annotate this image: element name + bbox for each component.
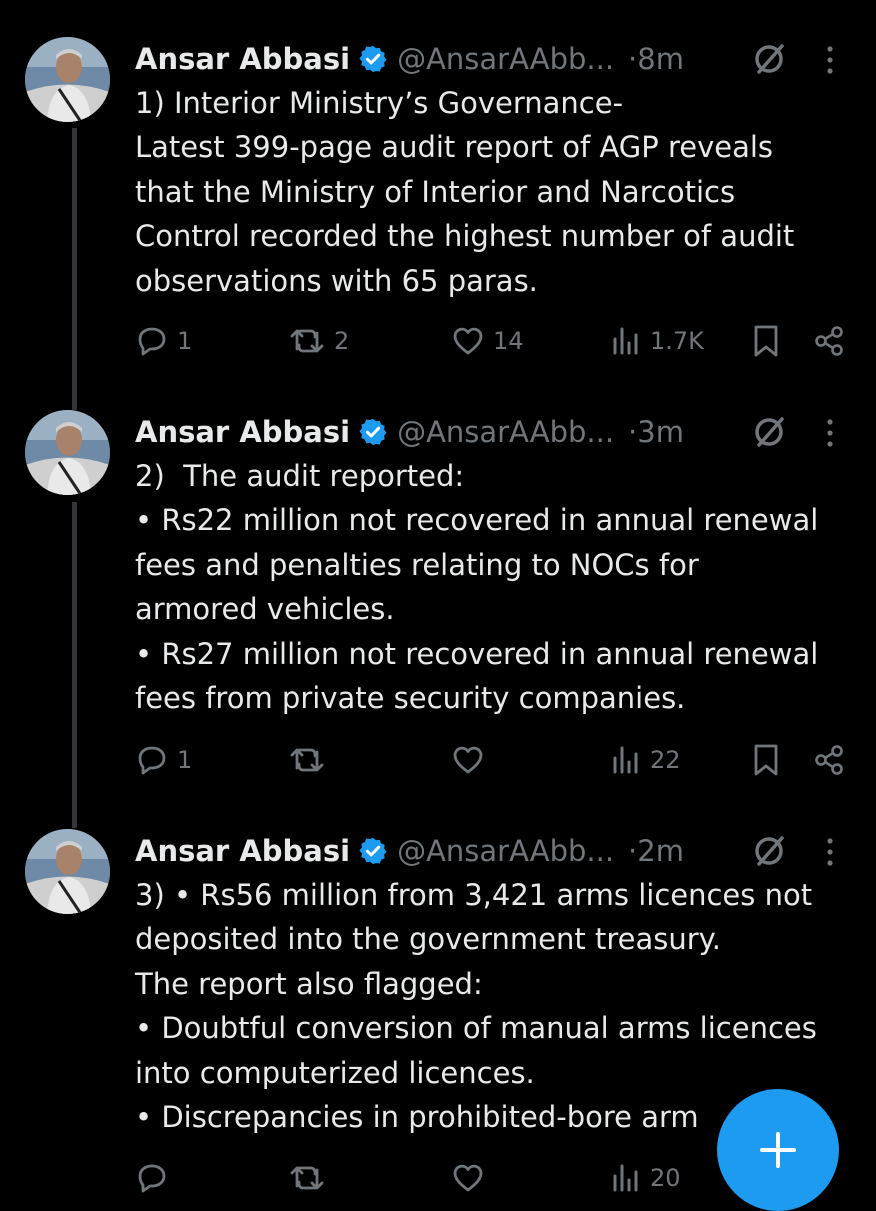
author-name[interactable]: Ansar Abbasi	[135, 415, 350, 449]
repost-icon	[290, 329, 324, 353]
tweet-text: 1) Interior Ministry’s Governance- Lates…	[135, 81, 855, 303]
tweet-text-line: 3) • Rs56 million from 3,421 arms licenc…	[135, 878, 813, 912]
more-icon[interactable]	[822, 835, 838, 869]
author-handle[interactable]: @AnsarAAbb...	[397, 415, 614, 449]
share-icon	[815, 326, 843, 356]
views-count: 1.7K	[650, 327, 704, 355]
tweet[interactable]: Ansar Abbasi @AnsarAAbb... ·8m 1) Interi…	[0, 37, 876, 377]
tweet-timestamp[interactable]: ·2m	[628, 834, 684, 868]
mute-icon[interactable]	[752, 834, 786, 868]
reply-button[interactable]: 1	[135, 743, 192, 777]
verified-badge-icon	[358, 44, 388, 74]
avatar[interactable]	[25, 410, 110, 495]
reply-count: 1	[177, 327, 193, 355]
tweet-text-line: fees from private security companies.	[135, 681, 686, 716]
verified-badge-icon	[358, 836, 388, 866]
views-icon	[613, 746, 638, 774]
heart-icon	[453, 746, 483, 774]
tweet-header: Ansar Abbasi @AnsarAAbb... ·8m	[135, 37, 684, 81]
views-button[interactable]: 22	[610, 743, 681, 777]
views-icon	[613, 1164, 638, 1192]
reply-button[interactable]	[135, 1161, 177, 1195]
like-count: 14	[493, 327, 524, 355]
compose-button[interactable]	[717, 1089, 839, 1211]
author-handle[interactable]: @AnsarAAbb...	[397, 42, 614, 76]
verified-badge-icon	[358, 417, 388, 447]
repost-icon	[290, 1166, 324, 1190]
tweet-text-line: that the Ministry of Interior and Narcot…	[135, 174, 736, 209]
reply-icon	[138, 1164, 166, 1193]
views-icon	[613, 327, 638, 355]
tweet-text-line: observations with 65 paras.	[135, 263, 538, 298]
tweet-actions: 1 2 14 1.7K	[0, 324, 876, 364]
tweet-text-line: armored vehicles.	[135, 592, 395, 627]
heart-icon	[453, 1164, 483, 1192]
tweet-text-line: • Rs27 million not recovered in annual r…	[135, 636, 819, 671]
reply-button[interactable]: 1	[135, 324, 192, 358]
share-button[interactable]	[812, 743, 846, 777]
views-button[interactable]: 20	[610, 1161, 681, 1195]
views-button[interactable]: 1.7K	[610, 324, 704, 358]
tweet-header: Ansar Abbasi @AnsarAAbb... ·2m	[135, 829, 684, 873]
tweet-text: 2) The audit reported: • Rs22 million no…	[135, 454, 855, 720]
repost-count: 2	[334, 327, 350, 355]
views-count: 20	[650, 1164, 681, 1192]
views-count: 22	[650, 746, 681, 774]
bookmark-icon	[754, 325, 778, 357]
more-icon[interactable]	[822, 43, 838, 77]
tweet-timestamp[interactable]: ·3m	[628, 415, 684, 449]
more-icon[interactable]	[822, 416, 838, 450]
avatar[interactable]	[25, 37, 110, 122]
tweet-header: Ansar Abbasi @AnsarAAbb... ·3m	[135, 410, 684, 454]
like-button[interactable]: 14	[451, 324, 524, 358]
like-button[interactable]	[451, 1161, 493, 1195]
bookmark-button[interactable]	[752, 743, 780, 777]
heart-icon	[453, 327, 483, 355]
tweet-text-line: Control recorded the highest number of a…	[135, 219, 795, 254]
tweet[interactable]: Ansar Abbasi @AnsarAAbb... ·3m 2) The au…	[0, 410, 876, 790]
mute-icon[interactable]	[752, 42, 786, 76]
author-handle[interactable]: @AnsarAAbb...	[397, 834, 614, 868]
repost-button[interactable]: 2	[288, 324, 349, 358]
plus-icon	[760, 1132, 796, 1168]
repost-button[interactable]	[288, 743, 334, 777]
tweet-text-line: deposited into the government treasury.	[135, 922, 721, 957]
tweet-text-line: 1) Interior Ministry’s Governance-	[135, 86, 624, 120]
share-button[interactable]	[812, 324, 846, 358]
tweet-text-line: 2) The audit reported:	[135, 459, 465, 493]
reply-count: 1	[177, 746, 193, 774]
tweet-actions: 1 22	[0, 743, 876, 783]
bookmark-icon	[754, 744, 778, 776]
like-button[interactable]	[451, 743, 493, 777]
tweet-text-line: The report also flagged:	[135, 966, 483, 1001]
avatar[interactable]	[25, 829, 110, 914]
repost-icon	[290, 748, 324, 772]
reply-icon	[138, 746, 166, 775]
repost-button[interactable]	[288, 1161, 334, 1195]
tweet-text-line: fees and penalties relating to NOCs for	[135, 547, 699, 582]
tweet-text-line: into computerized licences.	[135, 1055, 535, 1090]
tweet-text-line: • Rs22 million not recovered in annual r…	[135, 503, 819, 538]
tweet-text-line: • Doubtful conversion of manual arms lic…	[135, 1011, 817, 1046]
tweet-timestamp[interactable]: ·8m	[628, 42, 684, 76]
mute-icon[interactable]	[752, 415, 786, 449]
tweet-text-line: Latest 399-page audit report of AGP reve…	[135, 130, 774, 165]
reply-icon	[138, 327, 166, 356]
bookmark-button[interactable]	[752, 324, 780, 358]
author-name[interactable]: Ansar Abbasi	[135, 834, 350, 868]
share-icon	[815, 745, 843, 775]
author-name[interactable]: Ansar Abbasi	[135, 42, 350, 76]
